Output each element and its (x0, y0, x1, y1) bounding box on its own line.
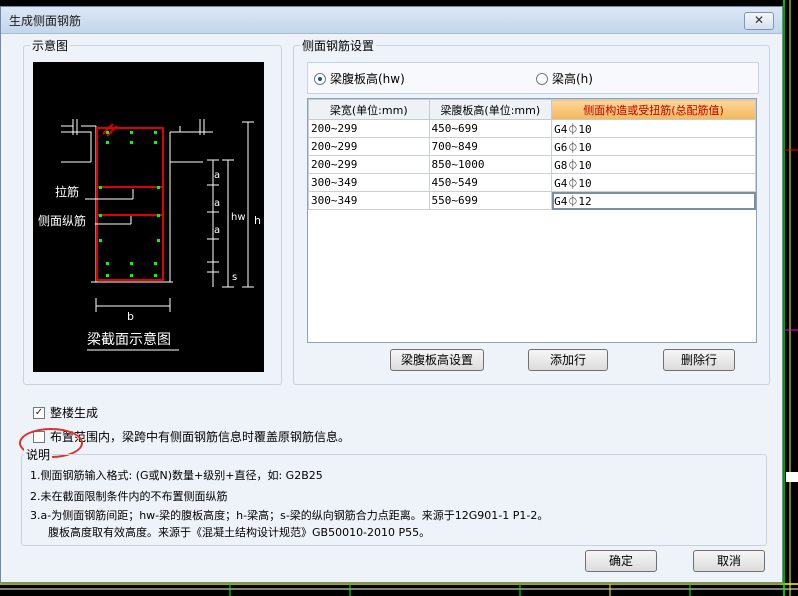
cell-rebar[interactable]: G8⏀10 (551, 155, 756, 174)
note-line-1: 1.侧面钢筋输入格式: (G或N)数量+级别+直径，如: G2B25 (30, 469, 323, 482)
radio-beam-height[interactable]: 梁高(h) (536, 70, 593, 87)
cell-width[interactable]: 200~299 (308, 155, 430, 174)
col-header-width[interactable]: 梁宽(单位:mm) (308, 99, 430, 120)
table-row[interactable]: 300~349 550~699 G4⏀12 (308, 191, 756, 210)
table-row[interactable]: 200~299 700~849 G6⏀10 (308, 137, 756, 156)
cell-width[interactable]: 200~299 (308, 119, 430, 138)
cell-width[interactable]: 200~299 (308, 137, 430, 156)
diagram-caption: 梁截面示意图 (87, 331, 171, 348)
cell-width[interactable]: 300~349 (308, 191, 430, 210)
radio-web-height-label: 梁腹板高(hw) (330, 72, 405, 86)
dim-b: b (127, 310, 134, 323)
delete-row-button[interactable]: 删除行 (663, 349, 735, 371)
table-row[interactable]: 200~299 850~1000 G8⏀10 (308, 155, 756, 174)
close-button[interactable]: ✕ (744, 12, 774, 30)
cell-rebar-selected[interactable]: G4⏀12 (551, 191, 756, 210)
note-line-4: 腹板高度取有效高度。来源于《混凝土结构设计规范》GB50010-2010 P55… (48, 526, 431, 539)
note-line-2: 2.未在截面限制条件内的不布置侧面纵筋 (30, 490, 228, 503)
note-line-3: 3.a-为侧面钢筋间距；hw-梁的腹板高度；h-梁高；s-梁的纵向钢筋合力点距离… (30, 509, 549, 522)
radio-web-height[interactable]: 梁腹板高(hw) (314, 70, 405, 87)
cell-web-height[interactable]: 450~699 (428, 119, 553, 138)
col-header-web-height[interactable]: 梁腹板高(单位:mm) (428, 99, 553, 120)
cell-web-height[interactable]: 700~849 (428, 137, 553, 156)
cell-web-height[interactable]: 850~1000 (428, 155, 553, 174)
dialog-title: 生成侧面钢筋 (9, 14, 82, 28)
dim-a-3: a (214, 225, 220, 236)
height-mode-radio-group: 梁腹板高(hw) 梁高(h) (307, 62, 759, 94)
label-side-bar: 侧面纵筋 (38, 213, 86, 228)
rebar-table: 梁宽(单位:mm) 梁腹板高(单位:mm) 侧面构造或受扭筋(总配筋值) 200… (307, 98, 757, 343)
whole-floor-checkbox[interactable]: ✓ 整楼生成 (33, 404, 98, 421)
checkmark-icon: ✓ (33, 406, 45, 419)
radio-selected-icon (314, 72, 326, 85)
cancel-button[interactable]: 取消 (693, 550, 765, 572)
dim-a-1: a (214, 170, 220, 181)
overwrite-label: 布置范围内，梁跨中有侧面钢筋信息时覆盖原钢筋信息。 (50, 430, 351, 444)
dim-h: h (254, 214, 261, 227)
notes-label: 说明 (24, 446, 53, 463)
whole-floor-label: 整楼生成 (50, 406, 99, 420)
cell-rebar[interactable]: G4⏀10 (551, 119, 756, 138)
beam-section-drawing: 拉筋 侧面纵筋 a a a hw h s b 梁截面示意图 (38, 119, 261, 351)
dim-s: s (232, 272, 237, 283)
ok-button[interactable]: 确定 (585, 550, 657, 572)
web-height-settings-button[interactable]: 梁腹板高设置 (390, 349, 484, 371)
notes-group: 说明 1.侧面钢筋输入格式: (G或N)数量+级别+直径，如: G2B25 2.… (21, 446, 767, 546)
cell-web-height[interactable]: 550~699 (428, 191, 553, 210)
diagram-group-label: 示意图 (30, 37, 71, 54)
cell-width[interactable]: 300~349 (308, 173, 430, 192)
radio-beam-height-label: 梁高(h) (552, 72, 593, 86)
title-bar: 生成侧面钢筋 ✕ (1, 7, 782, 34)
radio-empty-icon (536, 72, 548, 85)
dim-hw: hw (231, 212, 246, 223)
close-icon: ✕ (753, 13, 765, 27)
cell-rebar[interactable]: G6⏀10 (551, 137, 756, 156)
dim-a-2: a (214, 198, 220, 209)
cell-rebar[interactable]: G4⏀10 (551, 173, 756, 192)
beam-section-diagram: 拉筋 侧面纵筋 a a a hw h s b 梁截面示意图 (33, 62, 264, 372)
label-tie: 拉筋 (55, 184, 79, 199)
col-header-side-rebar[interactable]: 侧面构造或受扭筋(总配筋值) (551, 99, 756, 120)
add-row-button[interactable]: 添加行 (528, 349, 608, 371)
cell-web-height[interactable]: 450~549 (428, 173, 553, 192)
settings-group-label: 侧面钢筋设置 (300, 37, 377, 54)
table-row[interactable]: 300~349 450~549 G4⏀10 (308, 173, 756, 192)
dialog-window: 生成侧面钢筋 ✕ 示意图 拉筋 侧面纵筋 a a a hw h s b 梁截面示… (0, 6, 783, 583)
table-row[interactable]: 200~299 450~699 G4⏀10 (308, 119, 756, 138)
